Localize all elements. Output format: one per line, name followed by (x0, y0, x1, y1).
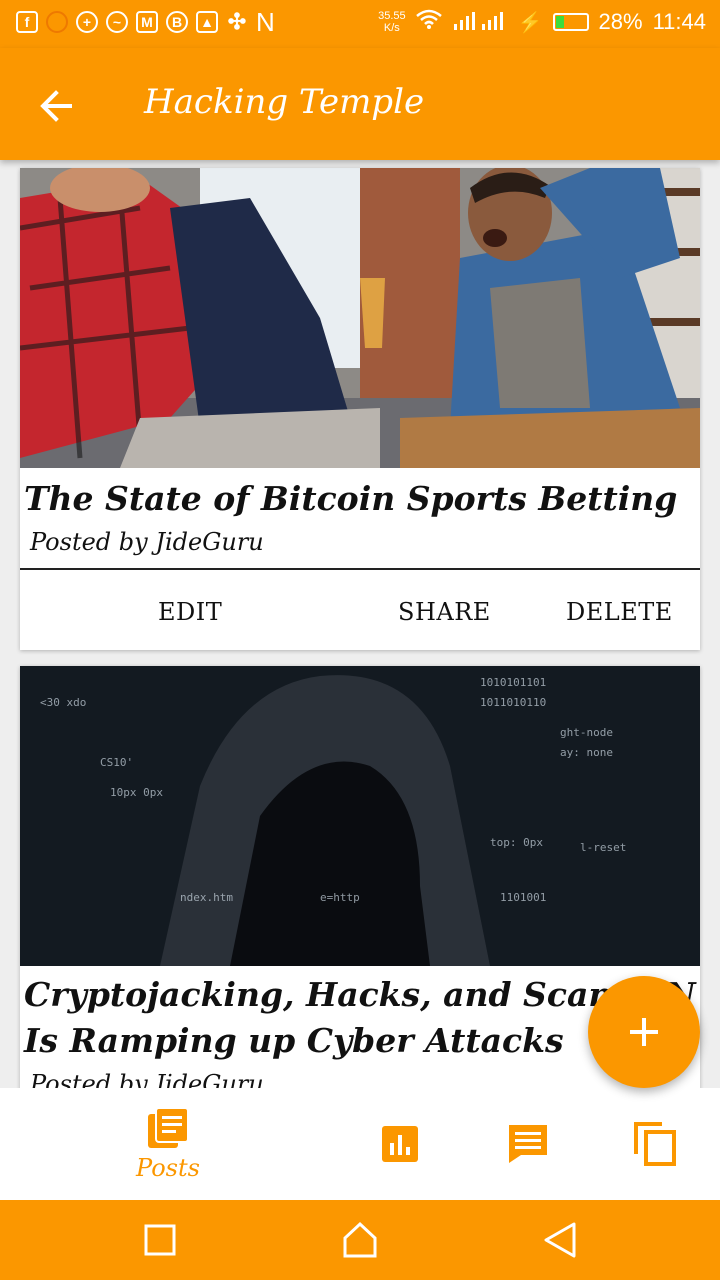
arrow-back-icon (40, 90, 72, 122)
triangle-back-icon (544, 1222, 576, 1258)
bottom-navigation: Posts (0, 1088, 720, 1200)
status-right: 35.55 K/s ⚡ 28% 11:44 (378, 8, 706, 36)
svg-text:1010101101: 1010101101 (480, 676, 546, 689)
svg-text:<30 xdo: <30 xdo (40, 696, 86, 709)
post-feed[interactable]: The State of Bitcoin Sports Betting Post… (0, 160, 720, 1088)
b-icon: B (166, 11, 188, 33)
copy-icon (634, 1122, 676, 1166)
nav-item-copy[interactable] (624, 1088, 686, 1200)
post-image (20, 168, 700, 468)
messenger-icon: ~ (106, 11, 128, 33)
back-button[interactable] (34, 84, 78, 128)
app-title: Hacking Temple (144, 82, 425, 122)
clock: 11:44 (652, 9, 706, 34)
charging-icon: ⚡ (517, 11, 543, 34)
back-nav-button[interactable] (540, 1220, 580, 1260)
home-icon (343, 1221, 377, 1258)
svg-text:1011010110: 1011010110 (480, 696, 546, 709)
share-button[interactable]: SHARE (398, 598, 491, 626)
home-button[interactable] (340, 1220, 380, 1260)
messenger-plus-icon: + (76, 11, 98, 33)
delete-button[interactable]: DELETE (566, 598, 673, 626)
square-icon (144, 1224, 176, 1256)
svg-text:top: 0px: top: 0px (490, 836, 543, 849)
svg-text:10px 0px: 10px 0px (110, 786, 163, 799)
system-navigation-bar (0, 1200, 720, 1280)
post-image: <30 xdo CS10' 10px 0px ght-node ay: none… (20, 666, 700, 966)
pinwheel-icon: ✣ (227, 9, 247, 34)
plus-icon (630, 1018, 658, 1046)
facebook-icon: f (16, 11, 38, 33)
svg-text:1101001: 1101001 (500, 891, 546, 904)
edit-button[interactable]: EDIT (158, 598, 222, 626)
card-divider (20, 568, 700, 570)
svg-text:ay: none: ay: none (560, 746, 613, 759)
post-title[interactable]: The State of Bitcoin Sports Betting (24, 476, 696, 522)
battery-fill (555, 16, 564, 28)
nav-item-comments[interactable] (498, 1088, 558, 1200)
add-post-button[interactable] (588, 976, 700, 1088)
posts-icon (148, 1107, 189, 1148)
svg-text:l-reset: l-reset (580, 841, 626, 854)
nav-label-posts: Posts (136, 1154, 200, 1182)
post-author: Posted by JideGuru (30, 528, 264, 556)
battery-icon (552, 13, 589, 31)
signal-icon (452, 10, 508, 35)
svg-text:ght-node: ght-node (560, 726, 613, 739)
svg-text:e=http: e=http (320, 891, 360, 904)
battery-percent: 28% (598, 9, 643, 34)
network-speed: 35.55 K/s (378, 10, 406, 34)
wifi-icon (415, 8, 442, 36)
recent-apps-button[interactable] (140, 1220, 180, 1260)
speed-unit: K/s (383, 22, 400, 34)
status-left-icons: f + ~ M B ▲ ✣ N (16, 9, 275, 35)
post-card[interactable]: The State of Bitcoin Sports Betting Post… (20, 168, 700, 650)
n-icon: N (256, 7, 275, 37)
post-author: Posted by JideGuru (30, 1070, 264, 1088)
nav-item-posts[interactable]: Posts (120, 1088, 216, 1200)
app-bar: Hacking Temple (0, 48, 720, 160)
notification-dot-icon (46, 11, 68, 33)
comment-icon (509, 1125, 547, 1163)
status-bar: f + ~ M B ▲ ✣ N 35.55 K/s ⚡ 28% 11:44 (0, 0, 720, 48)
image-icon: ▲ (196, 11, 218, 33)
nav-item-stats[interactable] (370, 1088, 430, 1200)
speed-value: 35.55 (378, 10, 406, 22)
gmail-icon: M (136, 11, 158, 33)
svg-text:CS10': CS10' (100, 756, 133, 769)
bar-chart-icon (382, 1126, 418, 1162)
svg-text:ndex.htm: ndex.htm (180, 891, 233, 904)
